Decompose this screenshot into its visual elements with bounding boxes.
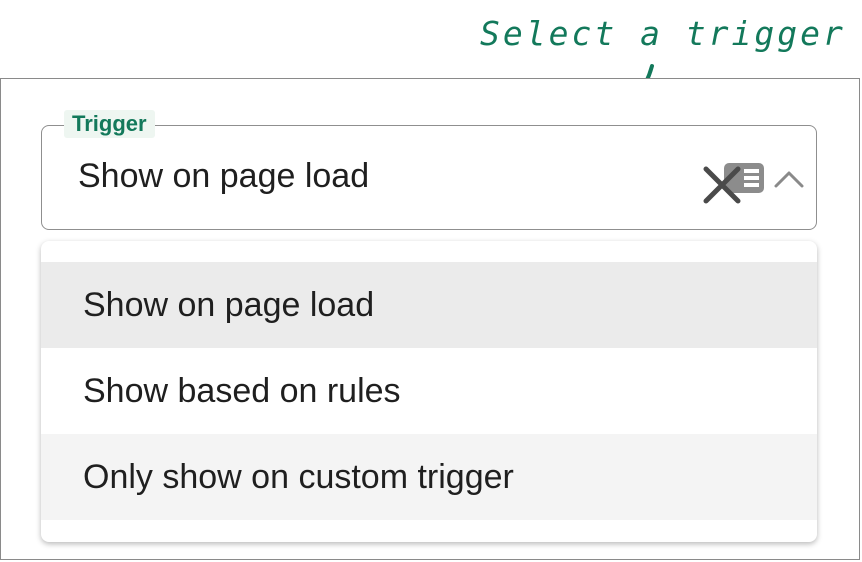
trigger-dropdown-menu: Show on page load Show based on rules On… xyxy=(41,241,817,542)
menu-item-show-based-on-rules[interactable]: Show based on rules xyxy=(41,348,817,434)
menu-item-show-on-page-load[interactable]: Show on page load xyxy=(41,262,817,348)
annotation-callout: Select a trigger xyxy=(480,14,846,53)
stage: Select a trigger Trigger Show on page lo… xyxy=(0,0,862,562)
chevron-up-icon[interactable] xyxy=(772,168,806,190)
trigger-selected-value[interactable]: Show on page load xyxy=(78,157,369,196)
menu-item-only-show-on-custom-trigger[interactable]: Only show on custom trigger xyxy=(41,434,817,520)
trigger-label: Trigger xyxy=(64,110,155,138)
clear-icon[interactable] xyxy=(700,163,744,207)
